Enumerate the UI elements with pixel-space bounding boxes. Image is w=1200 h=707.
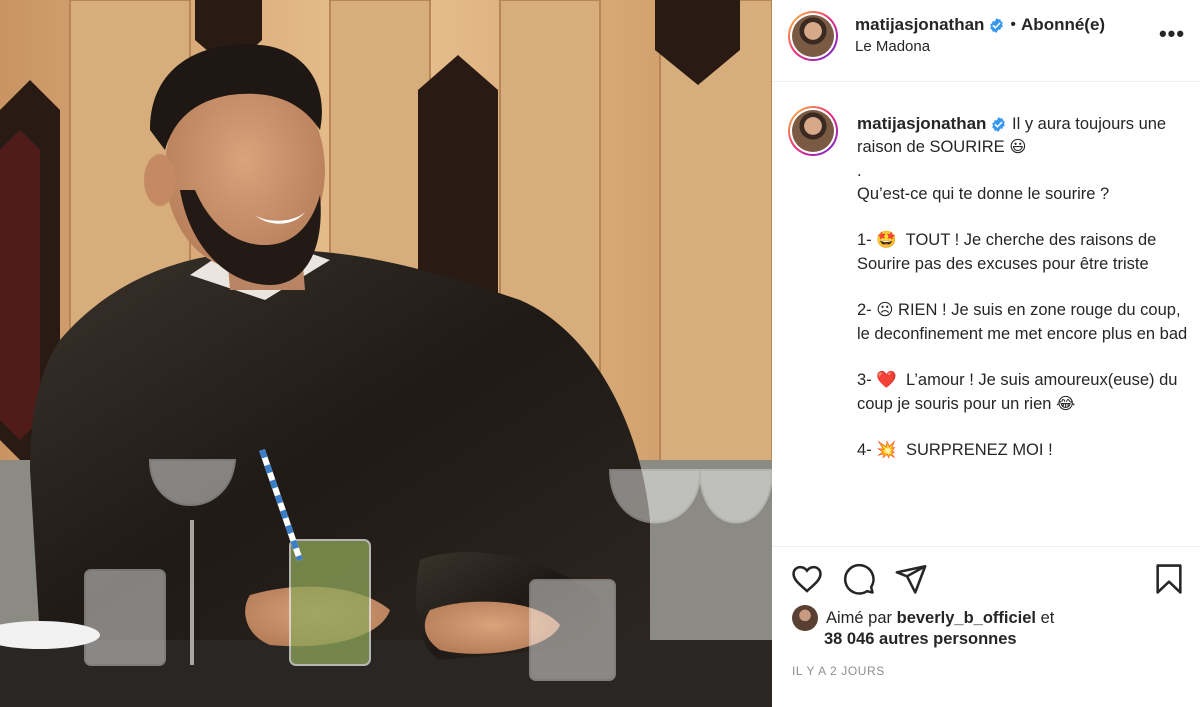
caption-section: matijasjonathan Il y aura toujours une r…: [772, 83, 1200, 545]
author-username[interactable]: matijasjonathan: [855, 15, 984, 35]
caption-username[interactable]: matijasjonathan: [857, 114, 986, 133]
bookmark-icon[interactable]: [1152, 562, 1186, 596]
post-photo[interactable]: [0, 0, 772, 707]
post-timestamp[interactable]: IL Y A 2 JOURS: [792, 664, 885, 678]
liked-by-prefix: Aimé par: [826, 608, 897, 627]
post-actions: Aimé par beverly_b_officiel et 38 046 au…: [772, 546, 1200, 707]
post-caption: matijasjonathan Il y aura toujours une r…: [857, 112, 1189, 462]
header-top-row: matijasjonathan • Abonné(e): [855, 15, 1105, 35]
liker-avatar[interactable]: [792, 605, 818, 631]
avatar-image: [792, 15, 834, 57]
author-avatar[interactable]: [788, 11, 838, 61]
follow-status-button[interactable]: Abonné(e): [1021, 15, 1105, 35]
liked-by-text: Aimé par beverly_b_officiel et: [826, 607, 1054, 630]
caption-text: Il y aura toujours une raison de SOURIRE…: [857, 115, 1188, 460]
verified-badge-icon: [990, 17, 1004, 33]
post-sidebar: matijasjonathan • Abonné(e) Le Madona ••…: [772, 0, 1200, 707]
caption-author-avatar[interactable]: [788, 106, 838, 156]
avatar-ring: [790, 108, 836, 154]
heart-icon[interactable]: [790, 562, 824, 596]
more-options-icon[interactable]: •••: [1158, 20, 1186, 48]
avatar-image: [792, 110, 834, 152]
liker-username[interactable]: beverly_b_officiel: [897, 609, 1036, 627]
likes-count-link[interactable]: 38 046 autres personnes: [824, 630, 1017, 649]
separator-dot: •: [1010, 16, 1017, 33]
likes-summary: Aimé par beverly_b_officiel et: [792, 605, 1054, 631]
verified-badge-icon: [992, 117, 1006, 133]
post-image-illustration: [0, 0, 772, 707]
post-location[interactable]: Le Madona: [855, 38, 930, 55]
paper-plane-icon[interactable]: [894, 562, 928, 596]
liked-by-suffix: et: [1036, 608, 1055, 627]
comment-icon[interactable]: [842, 562, 876, 596]
post-header: matijasjonathan • Abonné(e) Le Madona ••…: [772, 0, 1200, 82]
avatar-ring: [790, 13, 836, 59]
